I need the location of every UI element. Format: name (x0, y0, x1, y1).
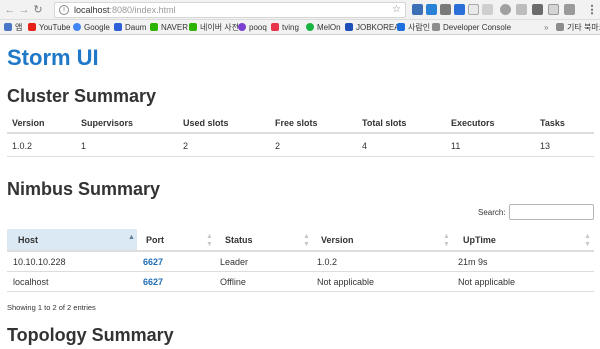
cluster-value-tasks: 13 (540, 141, 551, 151)
nimbus-cell-uptime: Not applicable (458, 277, 516, 287)
bookmark-jobkorea[interactable]: JOBKOREA (345, 22, 400, 33)
translate-extension-icon[interactable] (426, 4, 437, 15)
naver-icon (150, 23, 158, 31)
nimbus-header-divider (7, 250, 594, 252)
topology-summary-heading: Topology Summary (7, 325, 174, 345)
extension-icon-4[interactable] (482, 4, 493, 15)
nimbus-cell-version: 1.0.2 (317, 257, 338, 267)
bookmark-daum[interactable]: Daum (114, 22, 146, 33)
download-extension-icon[interactable] (412, 4, 423, 15)
bookmark-developer-console[interactable]: Developer Console (432, 22, 511, 33)
cluster-col-free-slots[interactable]: Free slots (275, 118, 318, 128)
bookmark-star-icon[interactable]: ☆ (392, 4, 401, 15)
search-label: Search: (478, 208, 506, 217)
daum-icon (114, 23, 122, 31)
table-info: Showing 1 to 2 of 2 entries (7, 303, 96, 312)
google-icon (73, 23, 81, 31)
nimbus-cell-host: localhost (13, 277, 49, 287)
cluster-value-version: 1.0.2 (12, 141, 33, 151)
bookmark-youtube[interactable]: YouTube (28, 22, 70, 33)
extension-icon-2[interactable] (454, 4, 465, 15)
page-icon (432, 23, 440, 31)
bookmarks-bar: 앱 YouTube Google Daum NAVER 네이버 사전 pooq … (0, 20, 600, 35)
nimbus-cell-host: 10.10.10.228 (13, 257, 66, 267)
saramin-icon (397, 23, 405, 31)
cluster-value-total-slots: 4 (362, 141, 368, 151)
bookmark-naver[interactable]: NAVER (150, 22, 188, 33)
cluster-header-divider (7, 132, 594, 134)
address-bar[interactable]: i localhost:8080/index.html ☆ (54, 2, 406, 18)
extension-icon[interactable] (440, 4, 451, 15)
browser-toolbar: ← → ↻ i localhost:8080/index.html ☆ ⋮ (0, 0, 600, 20)
cluster-summary-heading: Cluster Summary (7, 86, 157, 106)
cluster-col-used-slots[interactable]: Used slots (183, 118, 229, 128)
cluster-value-free-slots: 2 (275, 141, 281, 151)
extension-icon-3[interactable] (468, 4, 479, 15)
nimbus-cell-version: Not applicable (317, 277, 375, 287)
page-title: Storm UI (7, 45, 99, 70)
sort-both-icon: ▲ ▼ (584, 233, 591, 248)
apps-icon (4, 23, 12, 31)
camera-icon[interactable] (548, 4, 559, 15)
extension-icon-7[interactable] (532, 4, 543, 15)
bookmark-melon[interactable]: MelOn (306, 22, 341, 33)
sort-both-icon: ▲ ▼ (443, 233, 450, 248)
nimbus-cell-status: Leader (220, 257, 249, 267)
url-text[interactable]: localhost:8080/index.html (74, 5, 176, 15)
tving-icon (271, 23, 279, 31)
nimbus-search-input[interactable] (509, 204, 594, 220)
cluster-value-executors: 11 (451, 141, 461, 151)
bookmark-naver-dictionary[interactable]: 네이버 사전 (189, 22, 239, 33)
extension-icon-8[interactable] (564, 4, 575, 15)
nimbus-col-version-label: Version (321, 235, 354, 245)
youtube-icon (28, 23, 36, 31)
sort-ascending-icon: ▲ (128, 234, 135, 241)
cluster-col-tasks[interactable]: Tasks (540, 118, 565, 128)
nimbus-col-port-label: Port (146, 235, 164, 245)
nimbus-row-divider (7, 271, 594, 272)
melon-icon (306, 23, 314, 31)
jobkorea-icon (345, 23, 353, 31)
cluster-row-divider (7, 156, 594, 157)
cluster-col-version[interactable]: Version (12, 118, 45, 128)
cluster-value-used-slots: 2 (183, 141, 189, 151)
nimbus-cell-status: Offline (220, 277, 246, 287)
extension-icon-6[interactable] (516, 4, 527, 15)
nimbus-summary-heading: Nimbus Summary (7, 179, 161, 199)
naver-dictionary-icon (189, 23, 197, 31)
nimbus-cell-uptime: 21m 9s (458, 257, 488, 267)
nimbus-table-bottom (7, 291, 594, 292)
sort-both-icon: ▲ ▼ (303, 233, 310, 248)
back-icon[interactable]: ← (4, 3, 16, 17)
more-bookmarks-icon[interactable]: » (544, 22, 548, 33)
cluster-value-supervisors: 1 (81, 141, 87, 151)
nimbus-cell-port-link[interactable]: 6627 (143, 277, 163, 287)
menu-icon[interactable]: ⋮ (586, 3, 598, 17)
other-bookmarks[interactable]: 기타 북마크 (556, 22, 600, 33)
cluster-col-executors[interactable]: Executors (451, 118, 495, 128)
bookmark-apps[interactable]: 앱 (4, 22, 22, 33)
bookmark-google[interactable]: Google (73, 22, 110, 33)
bookmark-pooq[interactable]: pooq (238, 22, 267, 33)
nimbus-col-host-label: Host (18, 235, 38, 245)
extension-icon-5[interactable] (500, 4, 511, 15)
cluster-col-supervisors[interactable]: Supervisors (81, 118, 133, 128)
pooq-icon (238, 23, 246, 31)
cluster-col-total-slots[interactable]: Total slots (362, 118, 406, 128)
bookmark-saramin[interactable]: 사람인 (397, 22, 430, 33)
reload-icon[interactable]: ↻ (32, 3, 44, 17)
nimbus-cell-port-link[interactable]: 6627 (143, 257, 163, 267)
nimbus-col-uptime-label: UpTime (463, 235, 496, 245)
info-icon[interactable]: i (59, 5, 69, 15)
folder-icon (556, 23, 564, 31)
forward-icon[interactable]: → (18, 3, 30, 17)
sort-both-icon: ▲ ▼ (206, 233, 213, 248)
nimbus-col-status-label: Status (225, 235, 253, 245)
bookmark-tving[interactable]: tving (271, 22, 299, 33)
